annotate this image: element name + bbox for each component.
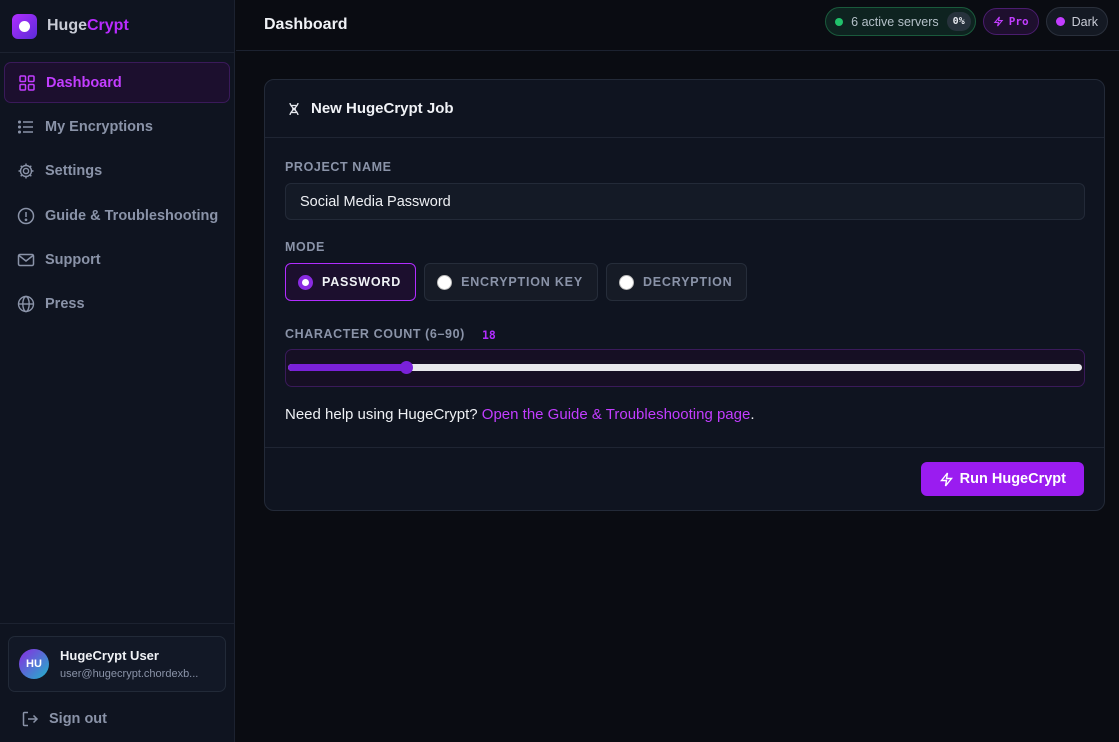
- grid-icon: [18, 74, 36, 92]
- sidebar-item-press[interactable]: Press: [4, 284, 230, 325]
- project-name-input[interactable]: [285, 183, 1085, 220]
- card-header: New HugeCrypt Job: [265, 80, 1104, 138]
- mode-option-label: ENCRYPTION KEY: [461, 275, 583, 289]
- page-title: Dashboard: [264, 16, 348, 33]
- sign-out-button[interactable]: Sign out: [8, 710, 226, 728]
- servers-label: 6 active servers: [851, 14, 939, 29]
- new-job-card: New HugeCrypt Job PROJECT NAME MODE PASS…: [264, 79, 1105, 511]
- avatar: HU: [19, 649, 49, 679]
- bolt-icon: [993, 16, 1004, 27]
- slider-track: [288, 361, 1082, 374]
- sidebar-item-settings[interactable]: Settings: [4, 151, 230, 192]
- project-name-label: PROJECT NAME: [285, 160, 392, 174]
- pro-label: Pro: [1008, 15, 1029, 28]
- theme-toggle[interactable]: Dark: [1045, 7, 1108, 36]
- bolt-icon: [939, 472, 953, 486]
- radio-selected-icon: [298, 274, 313, 290]
- radio-icon: [618, 274, 634, 290]
- sidebar-item-label: Support: [45, 252, 101, 269]
- header-actions: 6 active servers 0% Pro Dark: [825, 7, 1108, 36]
- radio-icon: [437, 274, 453, 290]
- mode-password-option[interactable]: PASSWORD: [285, 263, 417, 301]
- slider-fill: [288, 364, 406, 371]
- sidebar-item-label: Settings: [45, 163, 103, 180]
- sidebar-item-my-encryptions[interactable]: My Encryptions: [4, 106, 230, 147]
- sidebar-item-label: My Encryptions: [45, 118, 153, 135]
- guide-link[interactable]: Open the Guide & Troubleshooting page: [482, 406, 751, 423]
- theme-label: Dark: [1071, 14, 1098, 29]
- logo-icon: [12, 13, 37, 39]
- sidebar-nav: Dashboard My Encryptions Settings Guide …: [0, 53, 234, 337]
- sidebar-item-support[interactable]: Support: [4, 240, 230, 281]
- character-count-slider[interactable]: [285, 349, 1085, 387]
- mode-label: MODE: [285, 240, 325, 254]
- card-title: New HugeCrypt Job: [311, 100, 454, 117]
- mode-option-label: PASSWORD: [322, 275, 402, 289]
- sidebar-item-label: Guide & Troubleshooting: [45, 207, 219, 224]
- alert-circle-icon: [17, 207, 35, 225]
- globe-icon: [17, 295, 35, 313]
- sidebar-item-label: Dashboard: [46, 74, 122, 91]
- character-count-value: 18: [482, 328, 496, 342]
- top-header: Dashboard 6 active servers 0% Pro Dark: [236, 0, 1119, 51]
- sidebar-footer: HU HugeCrypt User user@hugecrypt.chordex…: [0, 623, 234, 742]
- mail-icon: [17, 251, 35, 269]
- run-label: Run HugeCrypt: [959, 471, 1066, 487]
- theme-dot-icon: [1055, 17, 1065, 26]
- sign-out-icon: [22, 711, 39, 727]
- help-text: Need help using HugeCrypt? Open the Guid…: [285, 406, 755, 423]
- sidebar-item-guide[interactable]: Guide & Troubleshooting: [4, 195, 230, 236]
- card-footer: Run HugeCrypt: [265, 447, 1104, 511]
- active-servers-badge[interactable]: 6 active servers 0%: [825, 7, 976, 36]
- mode-option-label: DECRYPTION: [642, 275, 733, 289]
- brand-name: HugeCrypt: [47, 17, 129, 34]
- user-name: HugeCrypt User: [60, 648, 159, 663]
- dna-icon: [289, 102, 299, 115]
- mode-decryption-option[interactable]: DECRYPTION: [605, 263, 748, 301]
- status-dot-icon: [835, 17, 844, 26]
- list-icon: [17, 118, 35, 136]
- user-info: HugeCrypt User user@hugecrypt.chordexb..…: [60, 648, 198, 680]
- mode-encryption-key-option[interactable]: ENCRYPTION KEY: [424, 263, 598, 301]
- mode-selector: PASSWORD ENCRYPTION KEY DECRYPTION: [285, 263, 748, 301]
- sidebar-item-dashboard[interactable]: Dashboard: [4, 62, 230, 103]
- pro-badge[interactable]: Pro: [982, 8, 1039, 35]
- sidebar: HugeCrypt Dashboard My Encryptions Setti…: [0, 0, 235, 742]
- brand[interactable]: HugeCrypt: [0, 0, 234, 53]
- servers-percent: 0%: [946, 12, 971, 31]
- user-card[interactable]: HU HugeCrypt User user@hugecrypt.chordex…: [8, 636, 226, 692]
- user-email: user@hugecrypt.chordexb...: [60, 668, 199, 680]
- sign-out-label: Sign out: [49, 711, 107, 727]
- gear-icon: [17, 162, 35, 180]
- slider-thumb[interactable]: [399, 361, 413, 374]
- run-button[interactable]: Run HugeCrypt: [920, 462, 1084, 496]
- sidebar-item-label: Press: [45, 296, 85, 313]
- character-count-label: CHARACTER COUNT (6–90): [285, 327, 465, 341]
